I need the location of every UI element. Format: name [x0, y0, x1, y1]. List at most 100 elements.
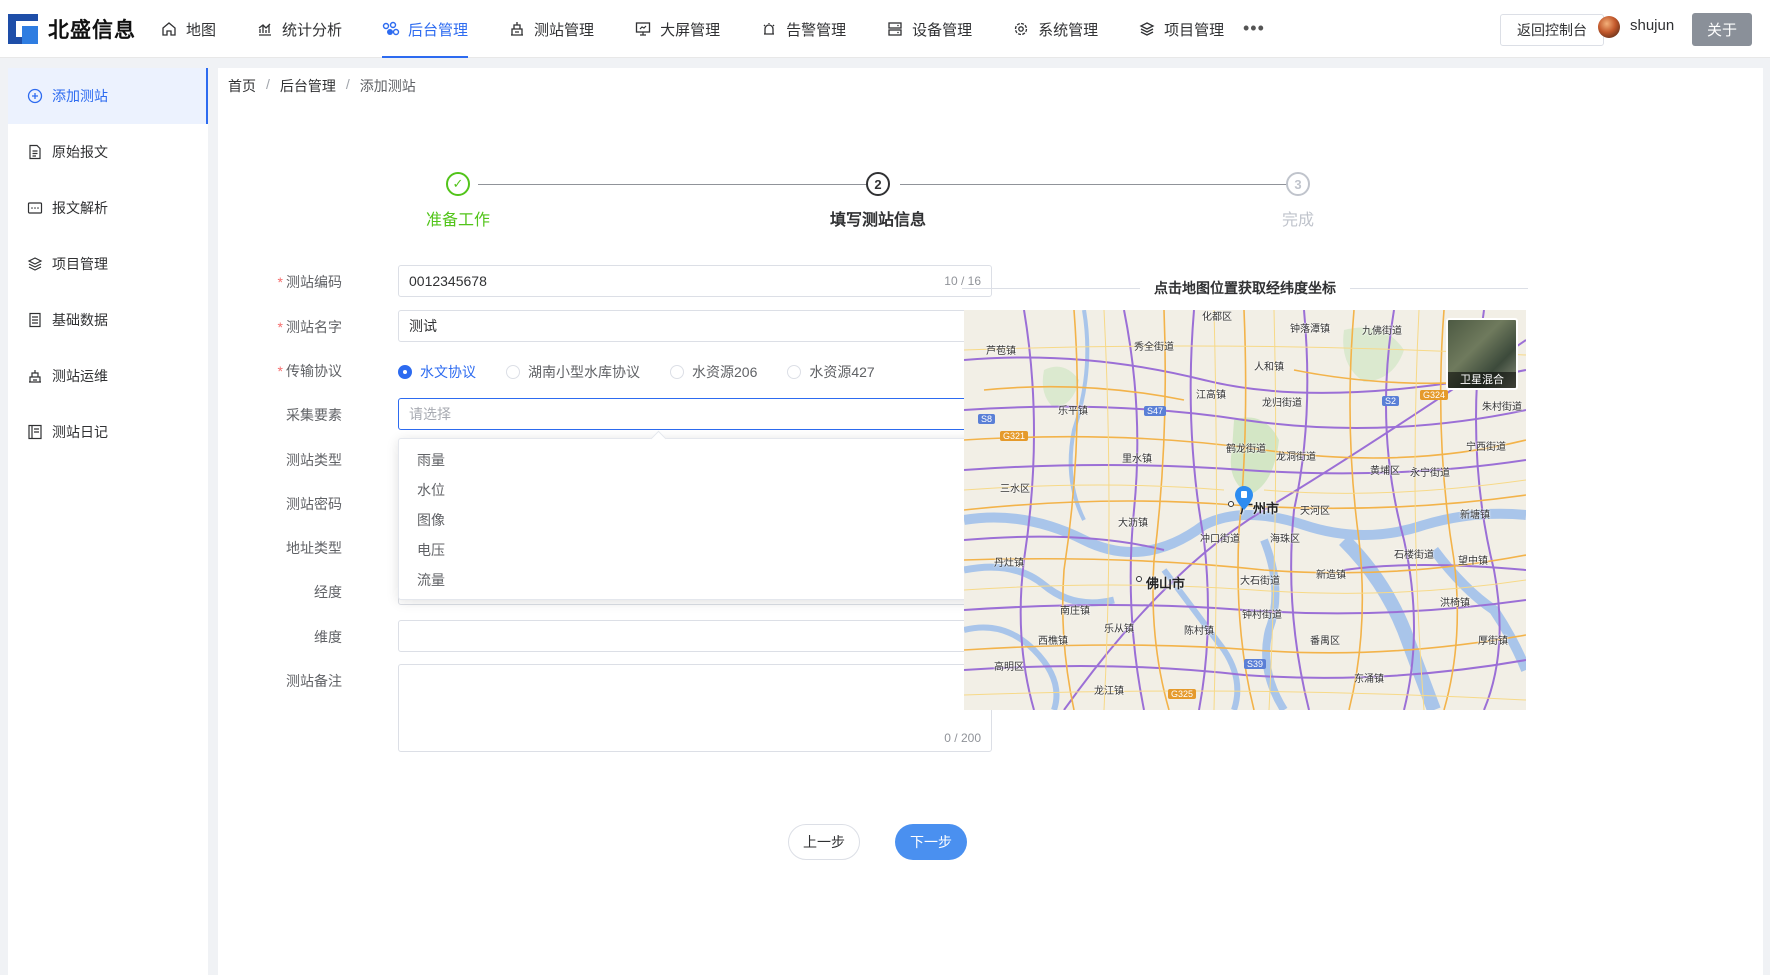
- sidebar-item-project[interactable]: 项目管理: [8, 236, 208, 292]
- map-label: 丹灶镇: [994, 558, 1024, 569]
- nav-label: 项目管理: [1164, 21, 1225, 39]
- address-type-label: 地址类型: [286, 540, 342, 556]
- return-console-button[interactable]: 返回控制台: [1500, 14, 1604, 46]
- dropdown-option-water-level[interactable]: 水位: [399, 475, 993, 505]
- next-step-button[interactable]: 下一步: [895, 824, 967, 860]
- nav-item-screen[interactable]: 大屏管理: [634, 0, 720, 58]
- step-title-fill-info: 填写测站信息: [829, 212, 926, 229]
- sidebar-item-label: 报文解析: [52, 200, 108, 216]
- map-label: 石楼街道: [1394, 550, 1434, 561]
- password-label: 测站密码: [286, 496, 342, 512]
- dropdown-option-flow[interactable]: 流量: [399, 565, 993, 595]
- radio-label: 湖南小型水库协议: [528, 364, 640, 380]
- map-label: 大石街道: [1240, 576, 1280, 587]
- type-label: 测站类型: [286, 452, 342, 468]
- nav-item-project[interactable]: 项目管理: [1138, 0, 1224, 58]
- station-code-input[interactable]: 0012345678 10 / 16: [398, 265, 992, 297]
- map-label: 龙江镇: [1094, 686, 1124, 697]
- radio-hydrology-protocol[interactable]: 水文协议: [398, 362, 476, 382]
- nav-item-statistics[interactable]: 统计分析: [256, 0, 342, 58]
- nav-item-device[interactable]: 设备管理: [886, 0, 972, 58]
- monitor-icon: [634, 20, 652, 38]
- more-icon[interactable]: •••: [1243, 18, 1265, 39]
- add-circle-icon: [26, 87, 44, 105]
- radio-water-resource-206[interactable]: 水资源206: [670, 362, 757, 382]
- road-tag-g325: G325: [1168, 689, 1197, 699]
- map-label: 陈村镇: [1184, 626, 1214, 637]
- dropdown-option-image[interactable]: 图像: [399, 505, 993, 535]
- map-label: 番禺区: [1310, 636, 1340, 647]
- map-label: 钟村街道: [1242, 610, 1282, 621]
- map-label: 东涌镇: [1354, 674, 1384, 685]
- parse-icon: [26, 199, 44, 217]
- map-label: 宁西街道: [1466, 442, 1506, 453]
- sidebar-item-station-log[interactable]: 测站日记: [8, 404, 208, 460]
- breadcrumb-current: 添加测站: [359, 78, 416, 94]
- remark-textarea[interactable]: 0 / 200: [398, 664, 992, 752]
- about-button[interactable]: 关于: [1692, 13, 1752, 46]
- station-name-value: 测试: [409, 318, 437, 334]
- nav-item-station[interactable]: 测站管理: [508, 0, 594, 58]
- previous-step-button[interactable]: 上一步: [788, 824, 860, 860]
- maintenance-icon: [26, 367, 44, 385]
- station-code-value: 0012345678: [409, 273, 487, 289]
- sidebar-item-message-parse[interactable]: 报文解析: [8, 180, 208, 236]
- road-tag-s8: S8: [978, 414, 996, 424]
- step-title-prepare: 准备工作: [425, 212, 490, 229]
- longitude-label: 经度: [314, 584, 342, 600]
- protocol-label: * 传输协议: [277, 363, 342, 379]
- map-label-foshan: 佛山市: [1146, 576, 1186, 591]
- map-label: 高明区: [994, 662, 1024, 673]
- map-canvas[interactable]: S8 G321 S47 S2 G324 S39 G325 化都区 钟落潭镇 九佛…: [964, 310, 1526, 710]
- radio-water-resource-427[interactable]: 水资源427: [787, 362, 875, 382]
- elements-select[interactable]: 请选择: [398, 398, 992, 430]
- breadcrumb-separator: /: [266, 76, 270, 92]
- map-label: 洪椅镇: [1440, 598, 1470, 609]
- road-tag-s2: S2: [1382, 396, 1400, 406]
- latitude-input[interactable]: [398, 620, 992, 652]
- station-name-input[interactable]: 测试: [398, 310, 992, 342]
- map-label: 永宁街道: [1410, 468, 1450, 479]
- main-panel: 首页 / 后台管理 / 添加测站 ✓ 2 3 准备工作 填写测站信息 完成 * 测…: [218, 68, 1763, 975]
- logo[interactable]: 北盛信息: [8, 14, 136, 44]
- road-tag-s39: S39: [1244, 659, 1267, 669]
- station-icon: [508, 20, 526, 38]
- breadcrumb-home[interactable]: 首页: [228, 76, 256, 96]
- map-label: 望中镇: [1458, 556, 1488, 567]
- radio-dot: [670, 365, 684, 379]
- dropdown-option-rainfall[interactable]: 雨量: [399, 445, 993, 475]
- sidebar-item-maintenance[interactable]: 测站运维: [8, 348, 208, 404]
- breadcrumb-admin[interactable]: 后台管理: [280, 76, 336, 96]
- nav-item-system[interactable]: 系统管理: [1012, 0, 1098, 58]
- radio-label: 水资源427: [809, 364, 875, 380]
- nav-label: 大屏管理: [660, 21, 721, 39]
- nav-item-map[interactable]: 地图: [160, 0, 216, 58]
- step-finish-icon: ✓: [446, 172, 470, 196]
- sidebar-item-add-station[interactable]: 添加测站: [8, 68, 208, 124]
- top-nav-bar: 北盛信息 地图 统计分析 后台管理 测站管理 大屏管理 告警管理 设备管理 系统…: [0, 0, 1770, 58]
- map-label: 乐从镇: [1104, 624, 1134, 635]
- road-tag-g321: G321: [1000, 431, 1029, 441]
- elements-label: 采集要素: [286, 407, 342, 423]
- map-title: 点击地图位置获取经纬度坐标: [962, 278, 1528, 298]
- map-label: 乐平镇: [1058, 406, 1088, 417]
- divider: [1350, 287, 1528, 289]
- map-label: 南庄镇: [1060, 606, 1090, 617]
- dropdown-option-voltage[interactable]: 电压: [399, 535, 993, 565]
- nav-item-admin[interactable]: 后台管理: [382, 0, 469, 58]
- name-label: * 测站名字: [277, 319, 342, 335]
- username[interactable]: shujun: [1630, 17, 1674, 34]
- admin-icon: [382, 20, 400, 38]
- avatar[interactable]: [1598, 16, 1620, 38]
- sidebar-item-basic-data[interactable]: 基础数据: [8, 292, 208, 348]
- satellite-toggle[interactable]: 卫星混合: [1446, 318, 1518, 390]
- sidebar-item-raw-message[interactable]: 原始报文: [8, 124, 208, 180]
- nav-item-alarm[interactable]: 告警管理: [760, 0, 846, 58]
- step-3-circle: 3: [1286, 172, 1310, 196]
- map-label: 三水区: [1000, 484, 1030, 495]
- satellite-label: 卫星混合: [1448, 372, 1516, 388]
- nav-label: 告警管理: [786, 21, 847, 39]
- logo-icon: [8, 14, 38, 44]
- radio-hunan-reservoir-protocol[interactable]: 湖南小型水库协议: [506, 362, 640, 382]
- map-label: 化都区: [1202, 312, 1232, 323]
